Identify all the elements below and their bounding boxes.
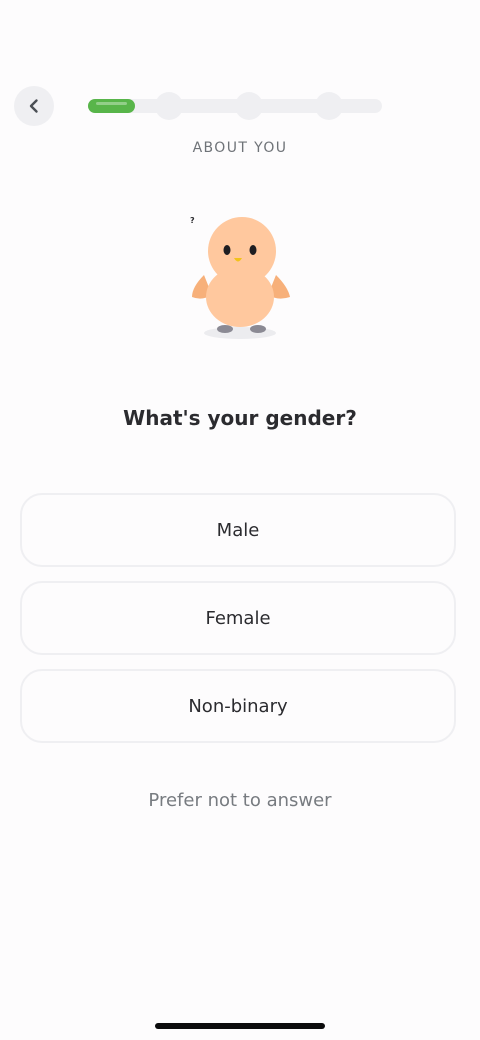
chevron-left-icon [26, 98, 42, 114]
mascot-foot-right [250, 325, 266, 333]
progress-step-3 [235, 92, 263, 120]
mascot-head [208, 217, 276, 285]
mascot-eye-left [223, 245, 231, 255]
question-title: What's your gender? [123, 406, 357, 430]
home-indicator [155, 1023, 325, 1029]
progress-step-2 [155, 92, 183, 120]
option-label: Female [205, 607, 271, 629]
section-label: ABOUT YOU [192, 140, 288, 156]
progress-fill [88, 99, 135, 113]
prefer-not-to-answer-link[interactable]: Prefer not to answer [0, 790, 480, 811]
back-button[interactable] [14, 86, 54, 126]
mascot-foot-left [217, 325, 233, 333]
progress-step-4 [315, 92, 343, 120]
option-male[interactable]: Male [20, 493, 456, 567]
progress-bar [88, 92, 382, 120]
option-female[interactable]: Female [20, 581, 456, 655]
mascot-illustration: ? [180, 205, 300, 345]
option-non-binary[interactable]: Non-binary [20, 669, 456, 743]
option-label: Male [216, 519, 260, 541]
mascot-eye-right [249, 245, 257, 255]
mascot-thought-mark: ? [190, 216, 195, 225]
option-label: Non-binary [188, 695, 288, 717]
